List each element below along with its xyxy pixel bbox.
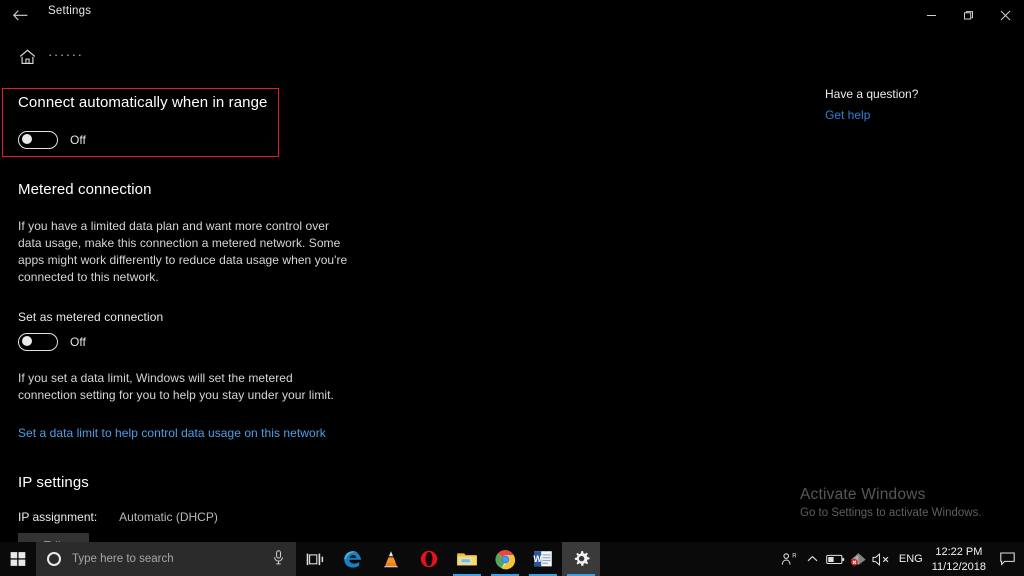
- taskbar-item-settings[interactable]: [562, 542, 600, 576]
- taskbar-item-microsoft-edge[interactable]: [334, 542, 372, 576]
- clock[interactable]: 12:22 PM 11/12/2018: [930, 546, 994, 573]
- metered-connection-description: If you have a limited data plan and want…: [18, 218, 351, 286]
- window-title-bar: Settings: [0, 0, 1024, 30]
- svg-text:R: R: [793, 553, 797, 559]
- ip-assignment-value: Automatic (DHCP): [119, 510, 218, 524]
- people-icon[interactable]: R: [776, 542, 802, 576]
- help-rail: Have a question? Get help: [825, 87, 1015, 122]
- data-limit-link[interactable]: Set a data limit to help control data us…: [18, 426, 326, 440]
- set-as-metered-toggle-row: Off: [18, 333, 760, 351]
- taskbar-item-task-view[interactable]: [296, 542, 334, 576]
- get-help-link[interactable]: Get help: [825, 108, 1015, 122]
- breadcrumb-path[interactable]: ······: [48, 47, 84, 62]
- metered-connection-heading: Metered connection: [18, 181, 760, 198]
- clock-time: 12:22 PM: [932, 546, 986, 558]
- toggle-knob: [22, 336, 32, 346]
- taskbar-item-vlc-media-player[interactable]: [372, 542, 410, 576]
- svg-text:W: W: [533, 554, 542, 564]
- taskbar-item-opera-browser[interactable]: [410, 542, 448, 576]
- back-button[interactable]: [8, 4, 32, 26]
- taskbar-item-google-chrome[interactable]: [486, 542, 524, 576]
- help-rail-heading: Have a question?: [825, 87, 1015, 101]
- close-button[interactable]: [987, 0, 1024, 30]
- connect-automatically-title: Connect automatically when in range: [18, 94, 760, 111]
- set-as-metered-label: Set as metered connection: [18, 310, 760, 324]
- set-as-metered-toggle-state: Off: [70, 335, 86, 349]
- connect-automatically-toggle-state: Off: [70, 133, 86, 147]
- window-controls: [913, 0, 1024, 30]
- set-as-metered-toggle[interactable]: [18, 333, 58, 351]
- ip-assignment-label: IP assignment:: [18, 510, 97, 524]
- connect-automatically-section: Connect automatically when in range Off: [0, 78, 760, 149]
- toggle-knob: [22, 134, 32, 144]
- connect-automatically-toggle[interactable]: [18, 131, 58, 149]
- watermark-subtitle: Go to Settings to activate Windows.: [800, 507, 1015, 519]
- ip-assignment-row: IP assignment: Automatic (DHCP): [18, 510, 760, 524]
- taskbar-item-file-explorer[interactable]: [448, 542, 486, 576]
- data-limit-note: If you set a data limit, Windows will se…: [18, 370, 343, 404]
- activate-windows-watermark: Activate Windows Go to Settings to activ…: [800, 486, 1015, 519]
- watermark-title: Activate Windows: [800, 486, 1015, 504]
- action-center-icon[interactable]: [994, 542, 1020, 576]
- connect-automatically-toggle-row: Off: [18, 131, 760, 149]
- search-input[interactable]: Type here to search: [72, 553, 174, 565]
- settings-window: Settings: [0, 0, 1024, 576]
- battery-icon[interactable]: [824, 542, 848, 576]
- start-button[interactable]: [0, 542, 36, 576]
- breadcrumb: ······: [0, 42, 1024, 72]
- network-disconnected-icon[interactable]: [848, 542, 870, 576]
- metered-connection-section: Metered connection If you have a limited…: [0, 181, 760, 442]
- ip-settings-heading: IP settings: [18, 474, 760, 491]
- show-hidden-icons-chevron[interactable]: [802, 542, 824, 576]
- clock-date: 11/12/2018: [932, 561, 986, 573]
- home-icon[interactable]: [16, 46, 38, 68]
- taskbar-item-microsoft-word[interactable]: W: [524, 542, 562, 576]
- window-title: Settings: [48, 5, 91, 17]
- volume-muted-icon[interactable]: [870, 542, 894, 576]
- system-tray: R: [776, 542, 1024, 576]
- restore-button[interactable]: [950, 0, 987, 30]
- microphone-icon[interactable]: [273, 550, 284, 570]
- minimize-button[interactable]: [913, 0, 950, 30]
- taskbar-search-box[interactable]: Type here to search: [36, 542, 296, 576]
- settings-content: Connect automatically when in range Off …: [0, 78, 760, 559]
- taskbar: Type here to search: [0, 542, 1024, 576]
- taskbar-app-icons: W: [296, 542, 600, 576]
- cortana-icon: [47, 552, 61, 566]
- language-indicator[interactable]: ENG: [894, 542, 930, 576]
